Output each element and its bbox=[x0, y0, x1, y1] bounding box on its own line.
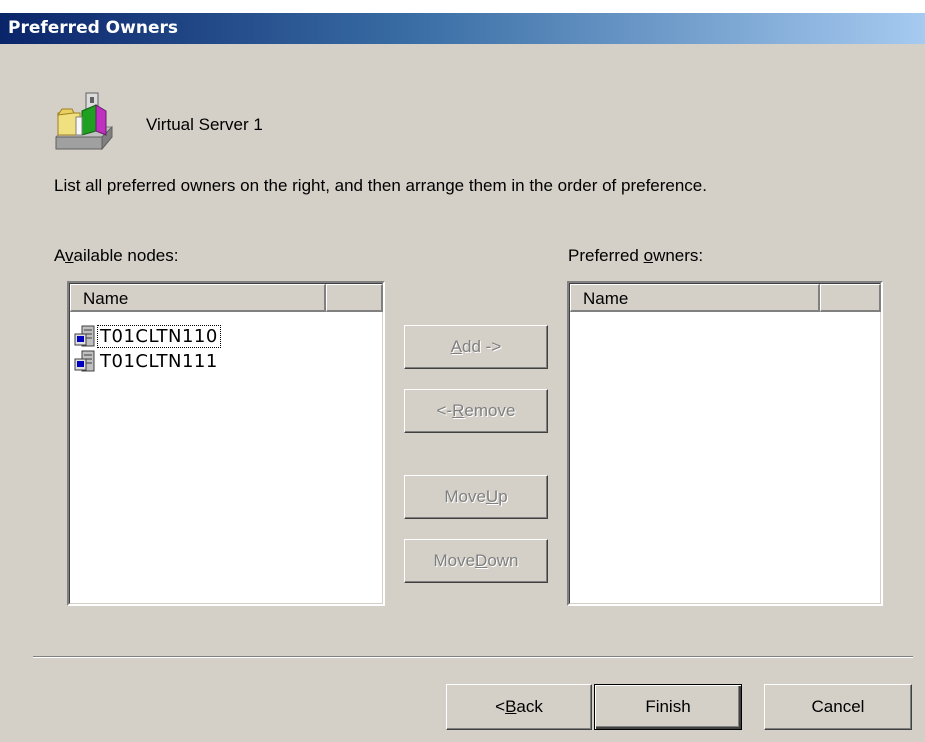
add-button[interactable]: Add -> bbox=[404, 325, 548, 369]
column-header-name[interactable]: Name bbox=[570, 284, 820, 312]
cancel-button[interactable]: Cancel bbox=[764, 684, 912, 730]
separator bbox=[33, 656, 913, 658]
preferred-owners-dialog: Preferred Owners Virtual Server 1 List a… bbox=[0, 13, 925, 742]
instructions-text: List all preferred owners on the right, … bbox=[54, 176, 707, 195]
list-header: Name bbox=[570, 284, 881, 312]
list-header: Name bbox=[70, 284, 383, 312]
title-bar[interactable]: Preferred Owners bbox=[0, 13, 925, 44]
move-down-button[interactable]: Move Down bbox=[404, 539, 548, 583]
list-item[interactable]: T01CLTN110 bbox=[74, 323, 221, 349]
column-header-blank[interactable] bbox=[820, 284, 881, 312]
move-up-button[interactable]: Move Up bbox=[404, 475, 548, 519]
preferred-owners-list[interactable]: Name bbox=[567, 281, 883, 606]
back-button[interactable]: < Back bbox=[446, 684, 592, 730]
column-header-name[interactable]: Name bbox=[70, 284, 326, 312]
available-nodes-label: Available nodes: bbox=[54, 246, 179, 265]
list-item[interactable]: T01CLTN111 bbox=[74, 348, 220, 374]
finish-button[interactable]: Finish bbox=[594, 684, 742, 730]
node-label: T01CLTN110 bbox=[97, 324, 221, 348]
column-header-blank[interactable] bbox=[326, 284, 383, 312]
cluster-node-icon bbox=[74, 350, 95, 372]
available-nodes-list[interactable]: Name T01CLTN110 T01CLTN111 bbox=[67, 281, 385, 606]
node-label: T01CLTN111 bbox=[100, 350, 218, 372]
remove-button[interactable]: <- Remove bbox=[404, 389, 548, 433]
preferred-owners-label: Preferred owners: bbox=[568, 246, 704, 265]
virtual-server-name: Virtual Server 1 bbox=[146, 115, 263, 134]
virtual-server-icon bbox=[52, 91, 118, 157]
dialog-title: Preferred Owners bbox=[8, 18, 178, 38]
cluster-node-icon bbox=[74, 325, 95, 347]
